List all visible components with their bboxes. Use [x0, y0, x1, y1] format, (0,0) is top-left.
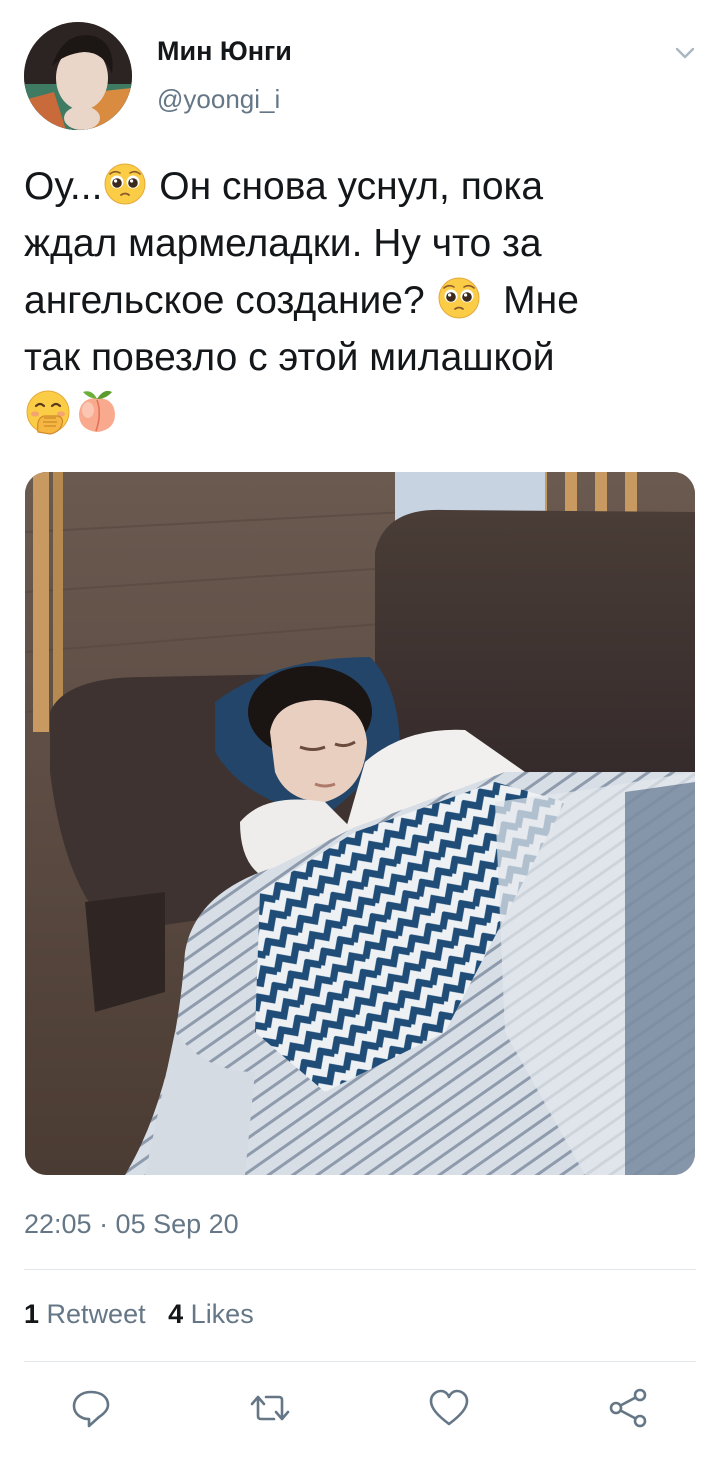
- likes-stat[interactable]: 4 Likes: [168, 1299, 254, 1329]
- tweet-text-line-1: Оу... Он снова уснул, пока: [24, 158, 696, 215]
- retweet-icon: [250, 1395, 290, 1421]
- author-avatar[interactable]: [24, 22, 132, 130]
- tweet-photo[interactable]: [25, 472, 695, 1175]
- photo-sleeping-on-sofa: [25, 472, 695, 1175]
- avatar-photo: [24, 22, 132, 130]
- tweet-text-line-5: [24, 386, 696, 443]
- tweet-text-line-3: ангельское создание? Мне: [24, 272, 696, 329]
- tweet-stats: 1 Retweet 4 Likes: [24, 1299, 254, 1330]
- tweet-text-segment: Мне: [503, 279, 579, 322]
- tweet-text-segment: ангельское создание?: [24, 279, 425, 322]
- peach-emoji-icon: [79, 390, 115, 432]
- tweet-text-segment: так повезло с этой милашкой: [24, 336, 555, 379]
- tweet-timestamp[interactable]: 22:05 · 05 Sep 20: [24, 1209, 239, 1240]
- heart-icon: [429, 1389, 469, 1426]
- divider: [24, 1361, 696, 1362]
- tweet-text-segment: Оу...: [24, 165, 103, 208]
- author-handle[interactable]: @yoongi_i: [157, 84, 280, 115]
- retweets-label: Retweet: [46, 1299, 146, 1329]
- reply-button[interactable]: [69, 1386, 113, 1430]
- hand-over-mouth-emoji-icon: [26, 390, 70, 435]
- pleading-face-emoji-icon: [438, 277, 479, 319]
- like-button[interactable]: [427, 1386, 471, 1430]
- tweet-text-segment: Он снова уснул, пока: [159, 165, 544, 208]
- reply-icon: [72, 1390, 110, 1428]
- chevron-down-icon: [675, 47, 695, 59]
- tweet-text-line-2: ждал мармеладки. Ну что за: [24, 215, 696, 272]
- likes-count: 4: [168, 1299, 184, 1329]
- share-button[interactable]: [607, 1386, 651, 1430]
- tweet-text: Оу... Он снова уснул, пока ждал мармелад…: [24, 158, 696, 443]
- likes-label: Likes: [190, 1299, 254, 1329]
- retweets-stat[interactable]: 1 Retweet: [24, 1299, 146, 1329]
- author-display-name[interactable]: Мин Юнги: [157, 36, 292, 67]
- divider: [24, 1269, 696, 1270]
- retweets-count: 1: [24, 1299, 40, 1329]
- tweet-text-segment: ждал мармеладки. Ну что за: [24, 222, 542, 265]
- retweet-button[interactable]: [248, 1386, 292, 1430]
- share-icon: [609, 1388, 647, 1428]
- pleading-face-emoji-icon: [104, 163, 146, 205]
- tweet-text-line-4: так повезло с этой милашкой: [24, 329, 696, 386]
- tweet-menu-button[interactable]: [672, 40, 698, 66]
